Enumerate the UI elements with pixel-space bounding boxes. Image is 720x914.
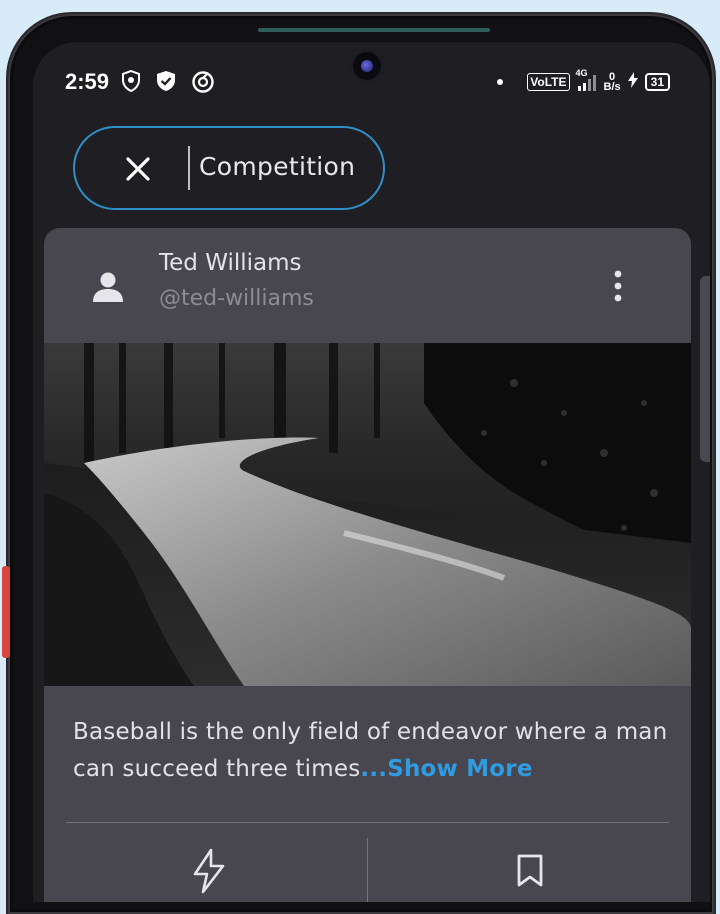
chip-divider [188, 146, 190, 190]
close-icon[interactable] [123, 154, 153, 184]
post-card: Ted Williams @ted-williams Baseball is t… [44, 228, 691, 902]
front-camera [353, 52, 381, 80]
shield-icon [121, 69, 141, 96]
net-speed: 0 B/s [603, 71, 621, 93]
post-divider [66, 822, 669, 823]
post-header: Ted Williams @ted-williams [44, 228, 691, 343]
post-text: Baseball is the only field of endeavor w… [73, 714, 673, 788]
volte-badge: VoLTE [527, 73, 570, 91]
author-handle[interactable]: @ted-williams [159, 286, 314, 311]
signal-icon: 4G [576, 68, 598, 92]
scrollbar-thumb[interactable] [700, 276, 710, 462]
post-image[interactable] [44, 343, 691, 686]
verified-shield-icon [155, 70, 177, 96]
charging-icon [627, 71, 639, 94]
status-time: 2:59 [65, 69, 110, 94]
phone-side-button [2, 566, 10, 658]
chip-label: Competition [199, 152, 356, 181]
status-right-group: VoLTE 4G 0 B/s 31 [497, 68, 670, 94]
phone-screen: 2:59 VoLTE 4G 0 B/s 31 Competition Ted W… [33, 42, 710, 902]
bookmark-icon[interactable] [516, 854, 544, 892]
more-options-icon[interactable] [606, 264, 630, 308]
phone-speaker-grille [258, 28, 490, 32]
show-more-link[interactable]: ...Show More [360, 756, 532, 782]
filter-chip[interactable]: Competition [73, 126, 385, 210]
action-divider [367, 838, 368, 902]
battery-icon: 31 [644, 73, 670, 91]
author-name[interactable]: Ted Williams [159, 250, 301, 276]
sync-icon [191, 70, 215, 98]
dot-icon [497, 79, 504, 85]
avatar-person-icon[interactable] [90, 268, 126, 304]
